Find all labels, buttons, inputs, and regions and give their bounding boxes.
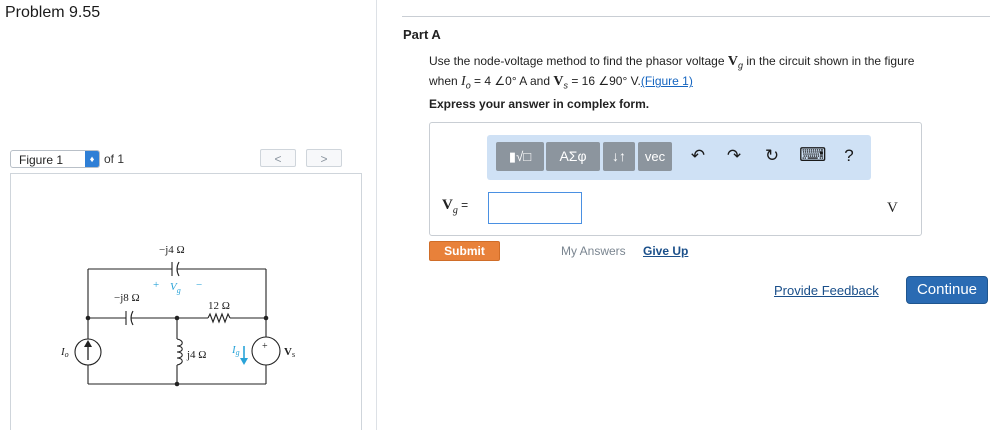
redo-icon[interactable]: ↷ xyxy=(723,145,745,167)
voltage-source-label: Vs xyxy=(284,346,295,359)
help-icon[interactable]: ? xyxy=(838,145,860,167)
answer-box: ▮√□ ΑΣφ ↓↑ vec ↶ ↷ ↻ ⌨ ? Vg = V xyxy=(429,122,922,236)
select-arrow-icon: ♦ xyxy=(85,151,99,167)
figure-next-button[interactable]: > xyxy=(306,149,342,167)
vg-symbol: V xyxy=(727,54,738,69)
undo-icon[interactable]: ↶ xyxy=(687,145,709,167)
vg-label: Vg xyxy=(170,281,181,295)
math-toolbar: ▮√□ ΑΣφ ↓↑ vec ↶ ↷ ↻ ⌨ ? xyxy=(487,135,871,180)
voltage-source-plus: + xyxy=(262,341,268,352)
answer-label: Vg = xyxy=(442,197,469,216)
part-title: Part A xyxy=(403,27,441,42)
my-answers-link[interactable]: My Answers xyxy=(561,244,626,258)
arrows-button[interactable]: ↓↑ xyxy=(603,142,635,171)
vs-symbol: V xyxy=(553,74,564,90)
answer-input[interactable] xyxy=(488,192,582,224)
figure-link[interactable]: (Figure 1) xyxy=(641,74,693,88)
resistor-label: 12 Ω xyxy=(208,300,230,312)
give-up-link[interactable]: Give Up xyxy=(643,244,688,258)
inductor-label: j4 Ω xyxy=(186,349,206,361)
problem-panel: Problem 9.55 Figure 1 ♦ of 1 < > −j4 Ω +… xyxy=(0,0,376,430)
figure-frame: −j4 Ω + Vg − −j8 Ω 12 Ω j4 Ω Io Ig + Vs xyxy=(10,173,362,430)
greek-button[interactable]: ΑΣφ xyxy=(546,142,600,171)
figure-select-value: Figure 1 xyxy=(19,153,64,167)
vg-minus-label: − xyxy=(196,279,202,291)
figure-prev-button[interactable]: < xyxy=(260,149,296,167)
figure-count: of 1 xyxy=(104,152,125,166)
submit-button[interactable]: Submit xyxy=(429,241,500,261)
templates-button[interactable]: ▮√□ xyxy=(496,142,544,171)
question-panel: Part A Use the node-voltage method to fi… xyxy=(377,0,1002,430)
branch-current-label: Ig xyxy=(231,344,240,357)
continue-button[interactable]: Continue xyxy=(906,276,988,304)
problem-title: Problem 9.55 xyxy=(5,4,101,21)
reset-icon[interactable]: ↻ xyxy=(761,145,783,167)
circuit-diagram: −j4 Ω + Vg − −j8 Ω 12 Ω j4 Ω Io Ig + Vs xyxy=(60,244,295,387)
left-capacitor-label: −j8 Ω xyxy=(114,292,140,304)
top-capacitor-label: −j4 Ω xyxy=(159,244,185,256)
top-divider xyxy=(402,16,990,17)
current-source-label: Io xyxy=(60,346,69,359)
keyboard-icon[interactable]: ⌨ xyxy=(799,145,826,167)
vec-button[interactable]: vec xyxy=(638,142,672,171)
figure-toolbar: Figure 1 ♦ of 1 < > xyxy=(10,148,362,172)
provide-feedback-link[interactable]: Provide Feedback xyxy=(774,283,879,298)
answer-unit: V xyxy=(887,200,898,216)
vg-plus-label: + xyxy=(153,279,159,291)
instruction-text: Express your answer in complex form. xyxy=(429,97,650,111)
question-text: Use the node-voltage method to find the … xyxy=(429,54,915,91)
figure-select[interactable]: Figure 1 ♦ xyxy=(10,150,100,168)
